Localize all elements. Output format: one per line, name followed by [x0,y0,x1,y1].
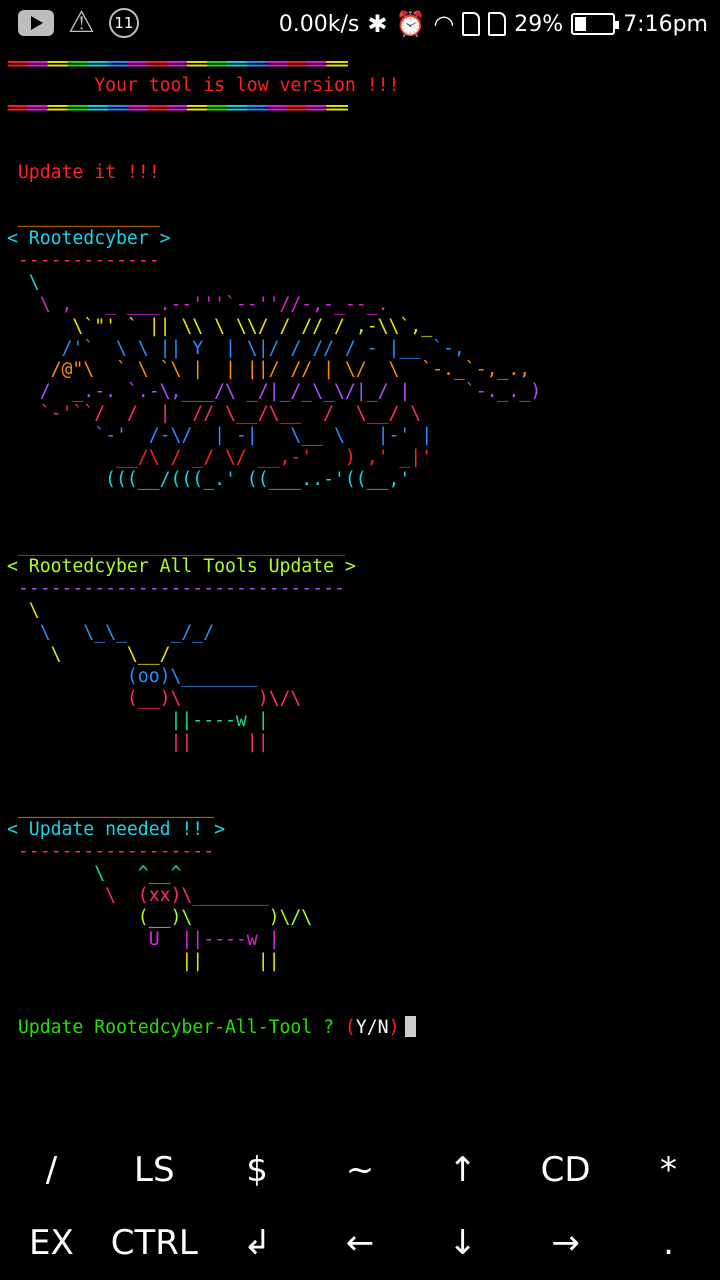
terminal-line: \ , _ ___.--'''`--''//-,-_--_. [7,293,389,315]
key-arrow-left-button[interactable]: ← [309,1207,412,1280]
terminal-line: __/\ / _/ \/ __,-' ) ,' _|' [7,447,433,469]
terminal-line: \ [7,271,40,293]
clock: 7:16pm [623,11,708,37]
youtube-icon [18,10,54,36]
terminal-line: (__)\ )\/\ [7,687,302,709]
terminal-line: /@"\ ` \ `\ | | ||/ // | \/ \ `-._`-,_., [7,359,531,381]
terminal-line: (oo)\_______ [7,665,258,687]
terminal-line: < Update needed !! > [7,819,225,841]
terminal-line: ||----w | [7,709,269,731]
terminal-line: \ (xx)\_______ [7,884,269,906]
prompt-text: Update Rootedcyber-All-Tool ? [7,1017,345,1039]
extra-keys-row-2: EX CTRL ↲ ← ↓ →. [0,1207,720,1280]
warning-icon: ⚠ [68,5,95,40]
terminal-line: ========================================… [7,97,349,117]
terminal-line: (((__/(((_.' ((___..-'((__,' [7,468,411,490]
terminal-line: /'` \ \ || Y | \|/ / // / - |__ `-, [7,337,465,359]
terminal-line: Update it !!! [7,162,160,184]
net-speed: 0.00k/s [278,11,360,37]
terminal-line: ------------------------------ [7,578,345,600]
terminal-line: (__)\ )\/\ [7,906,313,928]
notification-count-badge: 11 [108,8,139,38]
prompt-choice: Y/N [355,1017,389,1039]
terminal-line: ------------- [7,250,160,272]
terminal-line: \ \__/ [7,644,171,666]
terminal-line: `-'``/ / | // \__/\__ / \__/ \ [7,403,422,425]
key-dollar-button[interactable]: $ [206,1133,309,1207]
terminal-line: / _.-. `.-\,___/\ _/|_/_\_\/|_/ | `-._._… [7,381,542,403]
terminal-line: ------------------ [7,841,215,863]
key-asterisk-button[interactable]: * [617,1133,720,1207]
status-bar: ⚠ 11 0.00k/s ✱ ⏰ ◠ 29% 7:16pm [0,0,720,48]
terminal-line: < Rootedcyber > [7,228,171,250]
bluetooth-icon: ✱ [367,10,388,38]
terminal-line: \ \_\_ _/_/ [7,622,215,644]
key-ex-button[interactable]: EX [0,1207,103,1280]
terminal-line: \ [7,600,40,622]
alarm-icon: ⏰ [395,10,426,38]
terminal-line: `-' /-\/ | -| \__ \ |-' | [7,425,433,447]
key-arrow-up-button[interactable]: ↑ [411,1133,514,1207]
prompt-line: Update Rootedcyber-All-Tool ? (Y/N) [7,1016,717,1038]
terminal-line: < Rootedcyber All Tools Update > [7,556,356,578]
battery-icon [571,13,620,35]
terminal-cursor[interactable] [405,1016,417,1038]
terminal-output[interactable]: ========================================… [7,53,717,1038]
key-cd-button[interactable]: CD [514,1133,617,1207]
key-dot-button[interactable]: . [617,1207,720,1280]
terminal-line: Your tool is low version !!! [7,74,400,96]
terminal-line: || || [7,950,280,972]
sim2-icon [488,12,507,36]
terminal-line: U ||----w | [7,928,280,950]
extra-keys-bar: / LS $ ~ ↑ CD * EX CTRL ↲ ← ↓ →. [0,1133,720,1280]
key-ls-button[interactable]: LS [103,1133,206,1207]
key-arrow-down-button[interactable]: ↓ [411,1207,514,1280]
sim1-icon [462,12,481,36]
extra-keys-row-1: / LS $ ~ ↑ CD * [0,1133,720,1207]
terminal-line: _____________ [7,206,160,228]
terminal-line: \ ^__^ [7,862,182,884]
prompt-close-paren: ) [388,1017,400,1039]
terminal-line: \`"' ` || \\ \ \\/ / // / ,-\\`,_ [7,315,433,337]
terminal-line: || || [7,731,269,753]
terminal-line: ========================================… [7,54,349,73]
terminal-line: ______________________________ [7,534,345,556]
wifi-icon: ◠ [433,10,455,38]
key-slash-button[interactable]: / [0,1133,103,1207]
key-ctrl-button[interactable]: CTRL [103,1207,206,1280]
key-arrow-right-button[interactable]: → [514,1207,617,1280]
prompt-open-paren: ( [344,1017,356,1039]
battery-level [575,17,586,31]
battery-percent: 29% [514,11,564,37]
key-enter-button[interactable]: ↲ [206,1207,309,1280]
terminal-line: __________________ [7,797,215,819]
key-tilde-button[interactable]: ~ [309,1133,412,1207]
